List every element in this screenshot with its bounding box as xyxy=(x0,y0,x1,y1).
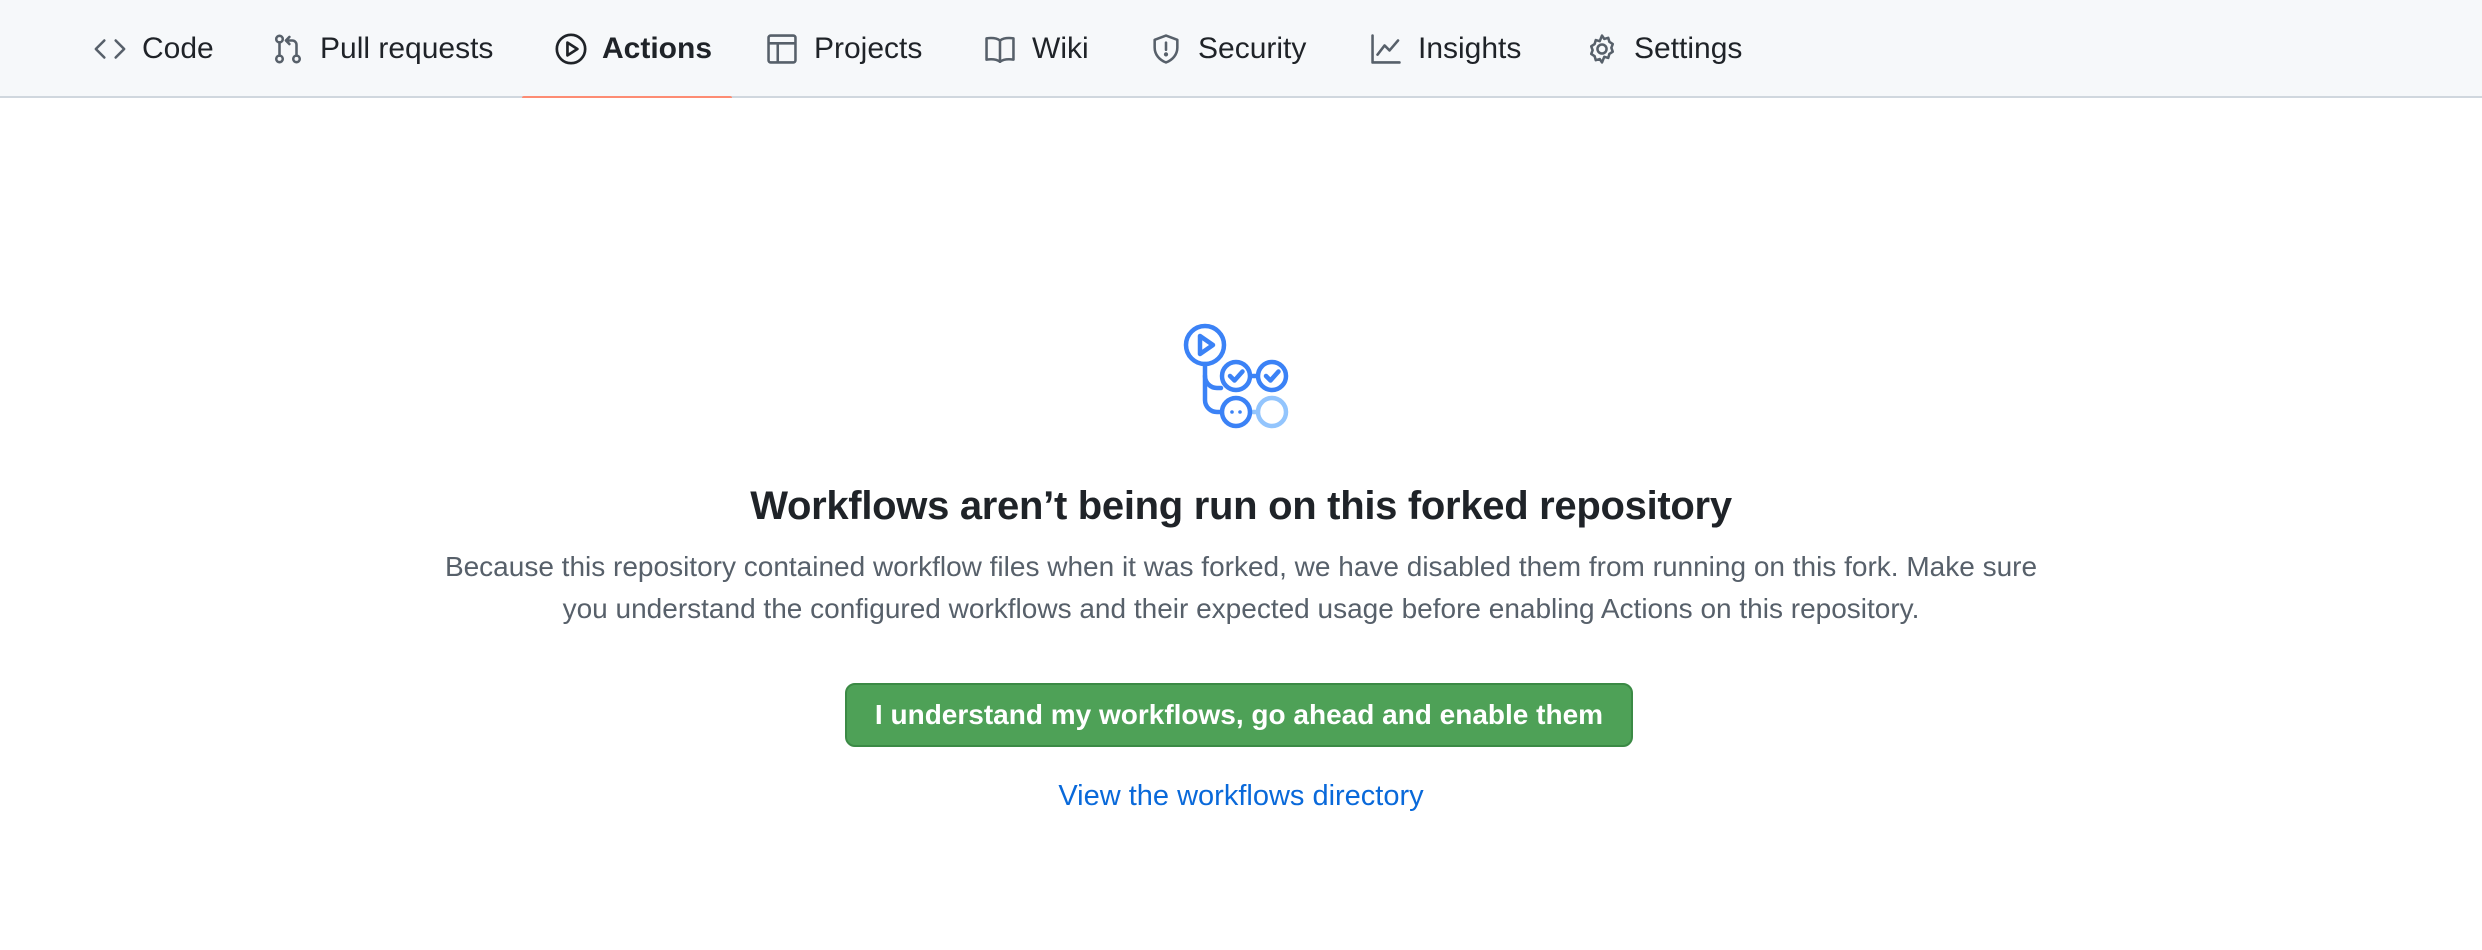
tab-settings[interactable]: Settings xyxy=(1552,0,1774,98)
repo-nav-tabs: Code Pull requests Actions Projects Wiki… xyxy=(0,0,2482,100)
code-icon xyxy=(92,31,128,67)
tab-wiki[interactable]: Wiki xyxy=(950,0,1121,98)
view-workflows-directory-link[interactable]: View the workflows directory xyxy=(0,780,2482,813)
gear-icon xyxy=(1584,31,1620,67)
book-icon xyxy=(982,31,1018,67)
tab-label: Pull requests xyxy=(320,32,494,65)
tab-label: Insights xyxy=(1418,32,1522,65)
pull-request-icon xyxy=(270,31,306,67)
tab-actions[interactable]: Actions xyxy=(522,0,732,100)
tab-label: Wiki xyxy=(1032,32,1089,65)
tab-security[interactable]: Security xyxy=(1116,0,1338,98)
tab-insights[interactable]: Insights xyxy=(1336,0,1553,98)
graph-icon xyxy=(1368,31,1404,67)
tab-label: Code xyxy=(142,32,214,65)
tab-label: Settings xyxy=(1634,32,1743,65)
tab-projects[interactable]: Projects xyxy=(732,0,954,98)
tab-pull-requests[interactable]: Pull requests xyxy=(238,0,525,98)
tab-code[interactable]: Code xyxy=(60,0,246,98)
fork-workflows-description: Because this repository contained workfl… xyxy=(444,551,2038,624)
tab-label: Actions xyxy=(602,32,713,65)
shield-icon xyxy=(1148,31,1184,67)
table-icon xyxy=(764,31,800,67)
tab-label: Projects xyxy=(814,32,923,65)
enable-workflows-button[interactable]: I understand my workflows, go ahead and … xyxy=(845,683,1633,747)
play-circle-icon xyxy=(554,31,588,67)
tab-label: Security xyxy=(1198,32,1307,65)
workflow-icon xyxy=(1176,318,1306,438)
page-title: Workflows aren’t being run on this forke… xyxy=(750,484,1732,528)
